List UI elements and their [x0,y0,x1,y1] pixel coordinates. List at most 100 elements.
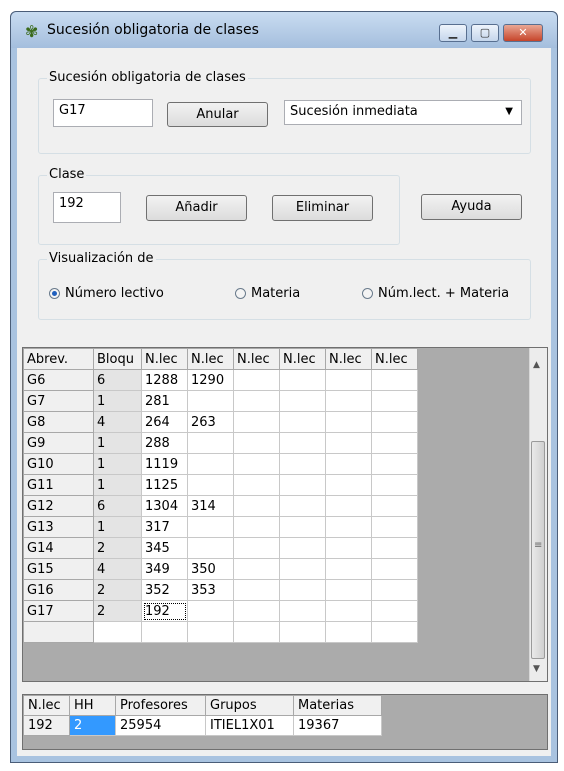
grid-cell[interactable] [279,495,326,517]
grid-cell[interactable]: 352 [141,579,188,601]
grid-cell[interactable] [279,453,326,475]
grid-cell[interactable] [325,453,372,475]
grid-cell[interactable] [279,600,326,622]
grid-cell[interactable]: 1304 [141,495,188,517]
grid-cell[interactable] [279,621,326,643]
grid-cell[interactable] [325,474,372,496]
grid-cell[interactable] [325,537,372,559]
grid-cell[interactable] [325,432,372,454]
grid-cell[interactable]: 263 [187,411,234,433]
grid-cell[interactable]: G12 [23,495,94,517]
details-header-cell[interactable]: HH [69,695,116,716]
minimize-button[interactable]: ▁ [439,24,467,42]
grid-cell[interactable]: 2 [93,537,142,559]
details-cell[interactable]: 25954 [115,715,206,736]
table-row[interactable]: G17 2 192 [23,600,418,622]
grid-cell[interactable] [371,579,418,601]
table-row[interactable]: G9 1 288 [23,432,418,454]
details-header-cell[interactable]: Profesores [115,695,206,716]
radio-numero-lectivo[interactable]: Número lectivo [49,286,164,301]
close-button[interactable]: ✕ [503,24,543,42]
details-cell-selected[interactable]: 2 [69,715,116,736]
details-cell[interactable]: 192 [23,715,70,736]
grid-cell[interactable]: 1 [93,474,142,496]
details-cell[interactable]: 19367 [293,715,382,736]
details-header-cell[interactable]: Materias [293,695,382,716]
grid-cell[interactable] [325,600,372,622]
grid-cell[interactable]: 353 [187,579,234,601]
grid-cell[interactable]: 1119 [141,453,188,475]
grid-cell[interactable] [279,537,326,559]
grid-header-cell[interactable]: N.lec [141,348,188,370]
grid-cell[interactable]: 1 [93,432,142,454]
grid-cell[interactable]: 317 [141,516,188,538]
grid-cell[interactable] [325,495,372,517]
grid-cell[interactable]: 349 [141,558,188,580]
grid-cell[interactable] [233,600,280,622]
grid-cell[interactable] [371,369,418,391]
grid-cell[interactable] [325,369,372,391]
grid-cell[interactable]: G13 [23,516,94,538]
anular-button[interactable]: Anular [167,102,268,127]
grid-cell[interactable] [371,516,418,538]
grid-cell[interactable] [233,537,280,559]
grid-cell[interactable] [233,579,280,601]
details-cell[interactable]: ITIEL1X01 [205,715,294,736]
grid-cell[interactable]: G14 [23,537,94,559]
table-row[interactable]: G12 6 1304 314 [23,495,418,517]
grid-cell[interactable]: G6 [23,369,94,391]
sucesion-code-input[interactable]: G17 [53,99,153,127]
sucesion-type-select[interactable]: Sucesión inmediata ▼ [284,100,522,125]
details-header-cell[interactable]: Grupos [205,695,294,716]
table-row[interactable]: G16 2 352 353 [23,579,418,601]
grid-header-cell[interactable]: N.lec [279,348,326,370]
grid-cell[interactable] [279,369,326,391]
grid-header-cell[interactable]: N.lec [187,348,234,370]
grid-header-cell[interactable]: N.lec [325,348,372,370]
delete-button[interactable]: Eliminar [272,195,373,221]
grid-cell[interactable]: 281 [141,390,188,412]
grid-cell[interactable]: 1 [93,516,142,538]
grid-cell[interactable] [371,474,418,496]
grid-cell[interactable] [371,411,418,433]
grid-cell[interactable] [187,537,234,559]
grid-cell[interactable] [279,579,326,601]
grid-cell[interactable] [325,558,372,580]
grid-header-cell[interactable]: Bloqu [93,348,142,370]
grid-cell[interactable] [233,390,280,412]
grid-cell[interactable]: G17 [23,600,94,622]
grid-cell[interactable] [233,453,280,475]
table-row[interactable]: G15 4 349 350 [23,558,418,580]
grid-cell[interactable] [93,621,142,643]
grid-cell[interactable]: 264 [141,411,188,433]
grid-cell[interactable] [371,390,418,412]
grid-header-cell[interactable]: N.lec [371,348,418,370]
grid-cell[interactable]: G10 [23,453,94,475]
clase-input[interactable]: 192 [53,192,121,223]
grid-cell[interactable]: 4 [93,411,142,433]
grid-cell[interactable]: 2 [93,600,142,622]
grid-cell[interactable] [325,411,372,433]
grid-cell[interactable] [371,537,418,559]
grid-cell[interactable]: G11 [23,474,94,496]
scroll-up-icon[interactable]: ▲ [533,360,540,370]
grid-cell[interactable] [279,390,326,412]
grid-cell[interactable] [187,432,234,454]
grid-cell[interactable] [187,621,234,643]
scroll-down-icon[interactable]: ▼ [533,664,540,674]
table-row[interactable] [23,621,418,643]
grid-cell[interactable] [371,495,418,517]
table-row[interactable]: G14 2 345 [23,537,418,559]
grid-cell[interactable] [371,453,418,475]
grid-cell[interactable]: G16 [23,579,94,601]
grid-cell[interactable] [187,516,234,538]
grid-cell[interactable]: 4 [93,558,142,580]
grid-cell-focused[interactable]: 192 [141,600,188,622]
grid-cell[interactable]: 2 [93,579,142,601]
grid-cell[interactable] [233,411,280,433]
grid-cell[interactable]: G8 [23,411,94,433]
grid-cell[interactable] [325,621,372,643]
table-row[interactable]: G10 1 1119 [23,453,418,475]
grid-cell[interactable]: 6 [93,369,142,391]
table-row[interactable]: G11 1 1125 [23,474,418,496]
